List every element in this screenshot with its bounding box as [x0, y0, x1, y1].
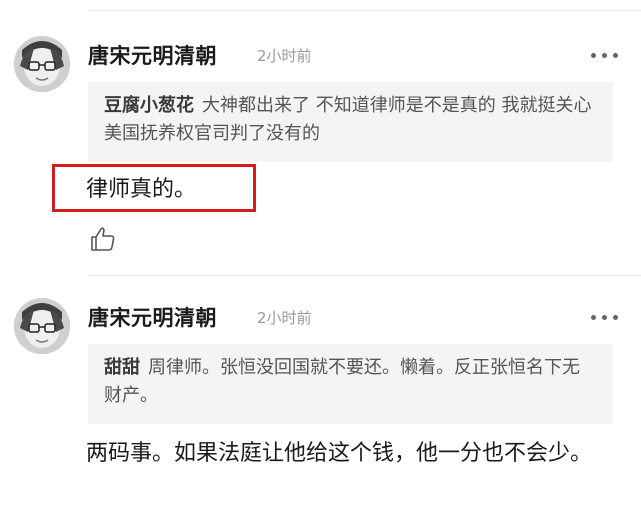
top-divider	[88, 10, 641, 11]
thumbs-up-icon[interactable]	[90, 226, 116, 252]
quoted-reply: 甜甜 周律师。张恒没回国就不要还。懒着。反正张恒名下无财产。	[88, 344, 613, 424]
quoted-reply: 豆腐小葱花 大神都出来了 不知道律师是不是真的 我就挺关心美国抚养权官司判了没有的	[88, 82, 613, 162]
comment-text: 两码事。如果法庭让他给这个钱，他一分也不会少。	[86, 441, 593, 466]
timestamp: 2小时前	[257, 309, 312, 327]
comment-divider	[88, 275, 641, 276]
quote-author[interactable]: 甜甜	[104, 357, 140, 378]
quote-author[interactable]: 豆腐小葱花	[104, 95, 194, 116]
timestamp: 2小时前	[257, 47, 312, 65]
username[interactable]: 唐宋元明清朝	[88, 302, 217, 332]
more-dots-icon[interactable]	[591, 314, 619, 322]
avatar[interactable]	[14, 36, 70, 92]
avatar[interactable]	[14, 298, 70, 354]
more-dots-icon[interactable]	[591, 52, 619, 60]
quote-text: 周律师。张恒没回国就不要还。懒着。反正张恒名下无财产。	[104, 357, 580, 406]
username[interactable]: 唐宋元明清朝	[88, 40, 217, 70]
highlight-annotation	[52, 164, 256, 212]
